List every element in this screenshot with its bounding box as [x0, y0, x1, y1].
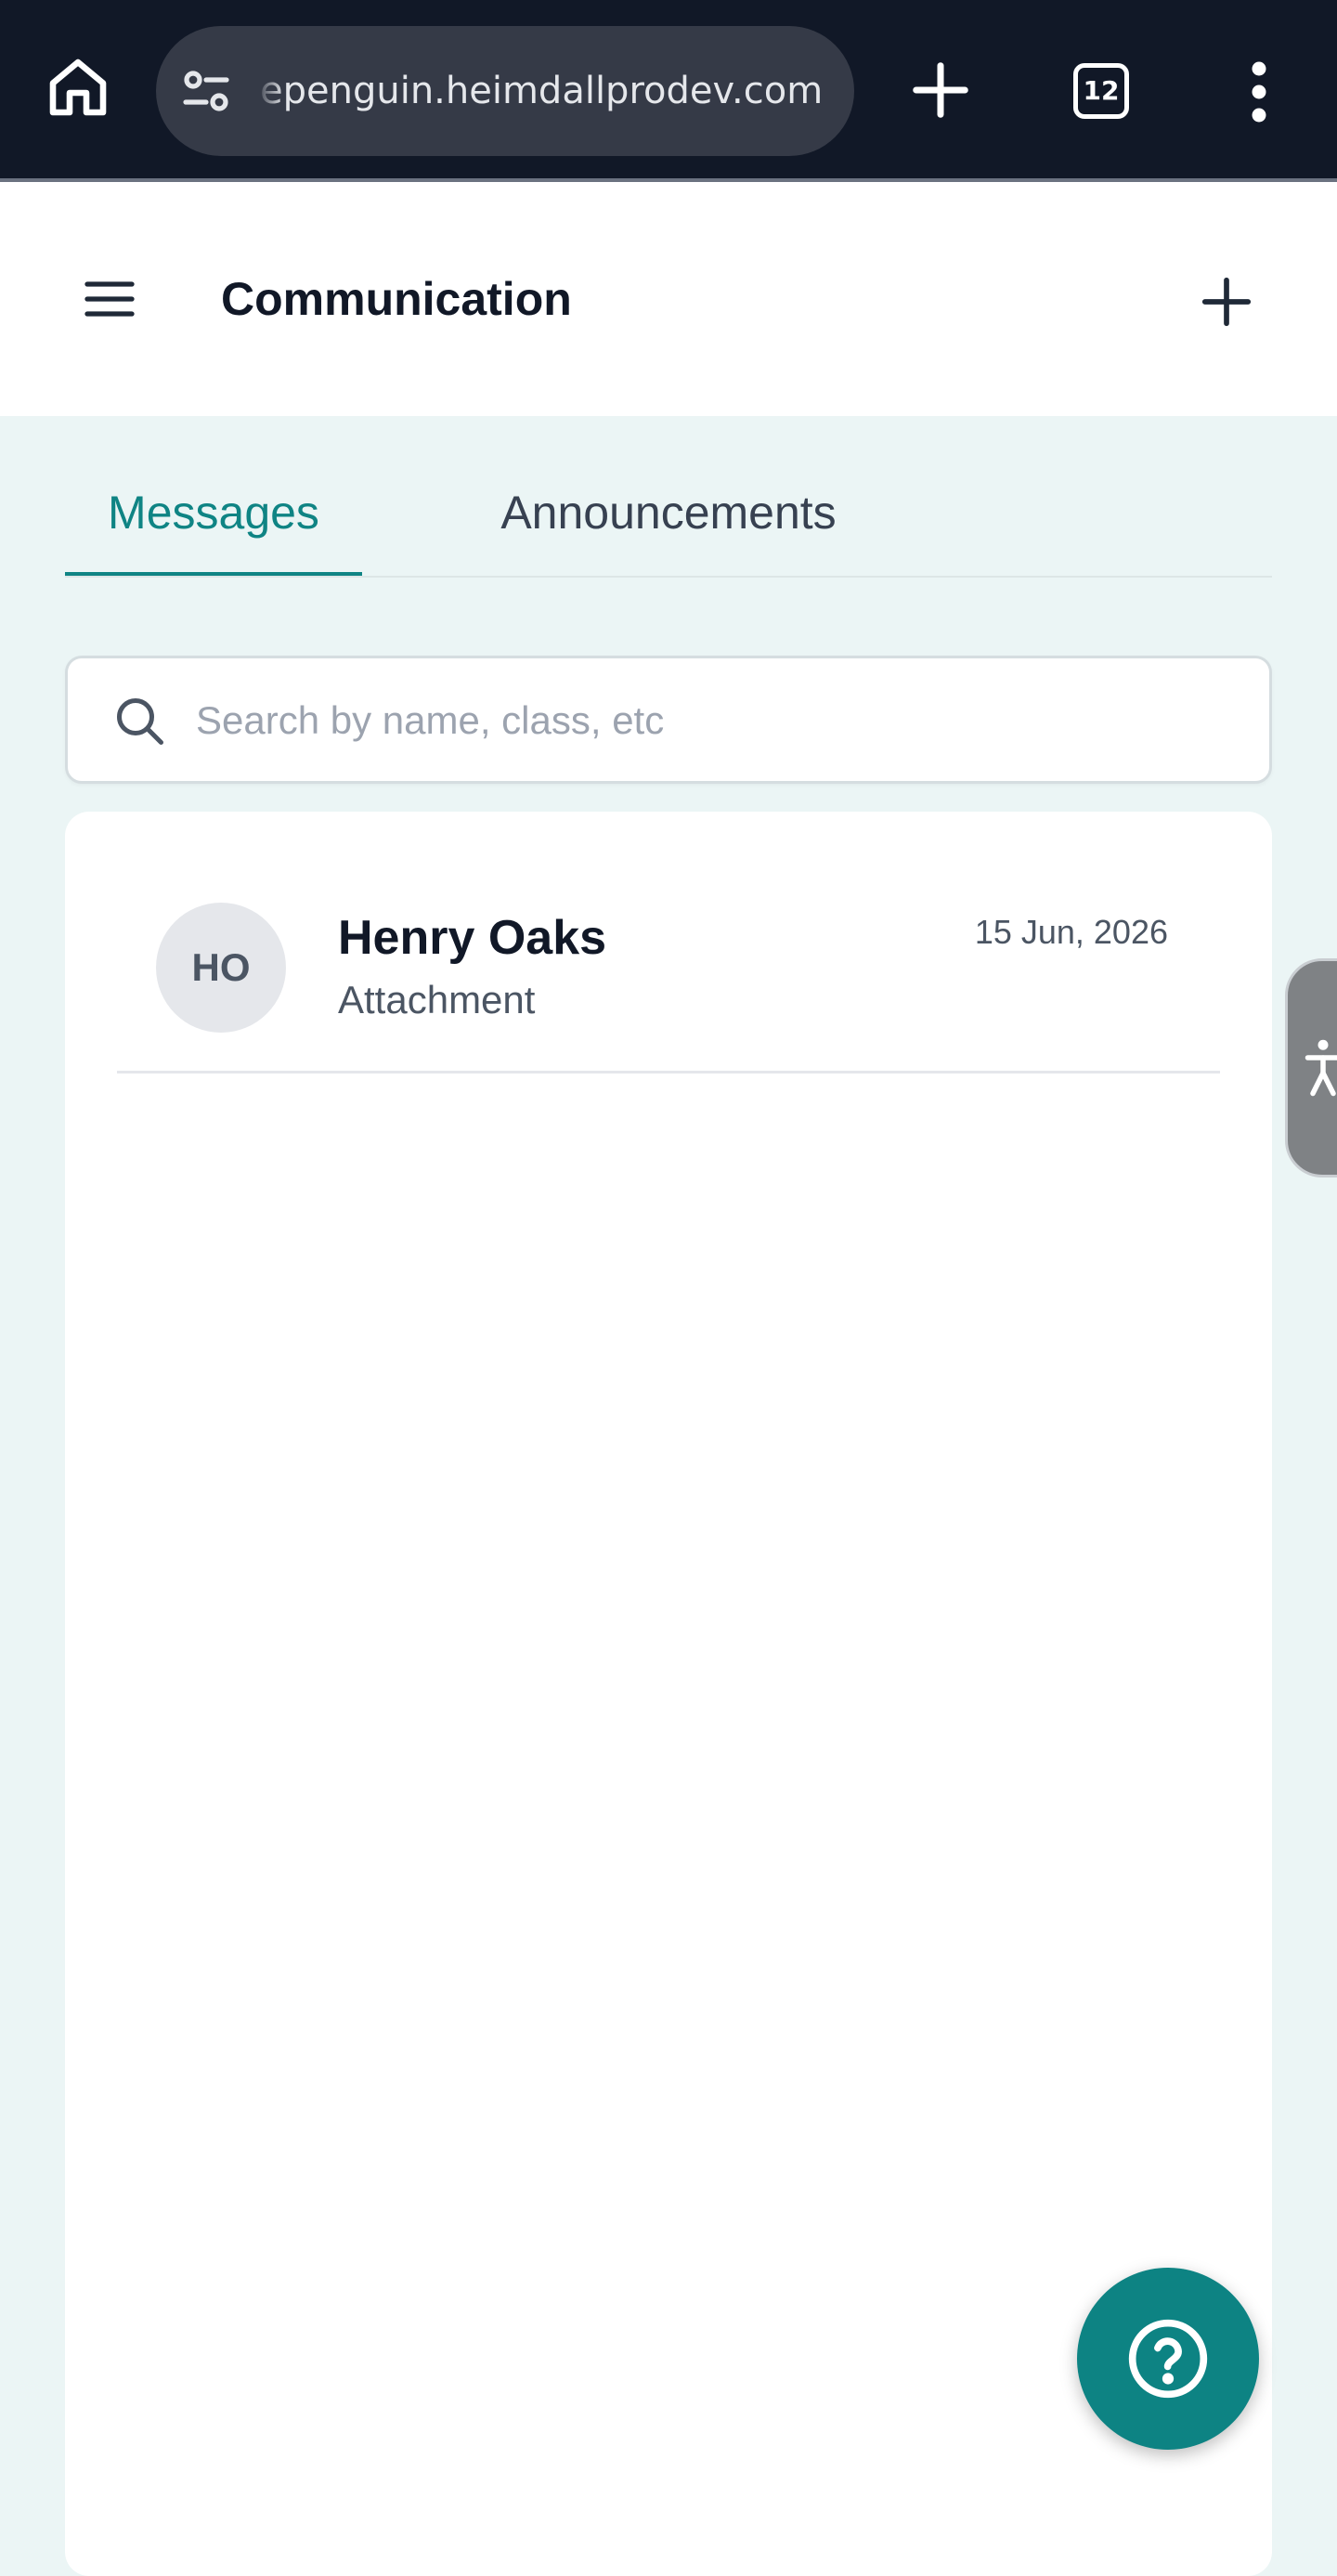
tab-bar: Messages Announcements	[65, 461, 1272, 578]
help-circle-icon	[1128, 2319, 1208, 2399]
search-box[interactable]	[65, 656, 1272, 784]
list-item[interactable]: HO Henry Oaks Attachment 15 Jun, 2026	[117, 864, 1220, 1073]
tune-icon[interactable]	[180, 65, 232, 117]
tab-messages[interactable]: Messages	[65, 461, 362, 576]
browser-toolbar: epenguin.heimdallprodev.com 12	[0, 0, 1337, 182]
url-fade	[256, 63, 284, 119]
message-date: 15 Jun, 2026	[974, 913, 1168, 951]
new-tab-icon[interactable]	[908, 58, 973, 123]
page-title: Communication	[221, 273, 572, 325]
search-icon	[112, 694, 168, 749]
home-icon[interactable]	[45, 54, 111, 121]
hamburger-icon[interactable]	[80, 269, 139, 329]
url-text[interactable]: epenguin.heimdallprodev.com	[260, 67, 832, 115]
address-bar[interactable]: epenguin.heimdallprodev.com	[156, 26, 854, 156]
compose-plus-icon[interactable]	[1198, 273, 1255, 331]
app-header: Communication	[0, 182, 1337, 416]
avatar: HO	[156, 903, 286, 1033]
sender-name: Henry Oaks	[338, 911, 607, 965]
search-input[interactable]	[194, 677, 1219, 764]
tab-announcements[interactable]: Announcements	[409, 461, 928, 576]
accessibility-icon	[1305, 1039, 1337, 1097]
accessibility-button[interactable]	[1285, 958, 1337, 1177]
help-button[interactable]	[1077, 2268, 1259, 2450]
tab-switcher-button[interactable]: 12	[1073, 63, 1129, 119]
message-preview: Attachment	[338, 978, 536, 1021]
more-vertical-icon[interactable]	[1240, 59, 1278, 124]
